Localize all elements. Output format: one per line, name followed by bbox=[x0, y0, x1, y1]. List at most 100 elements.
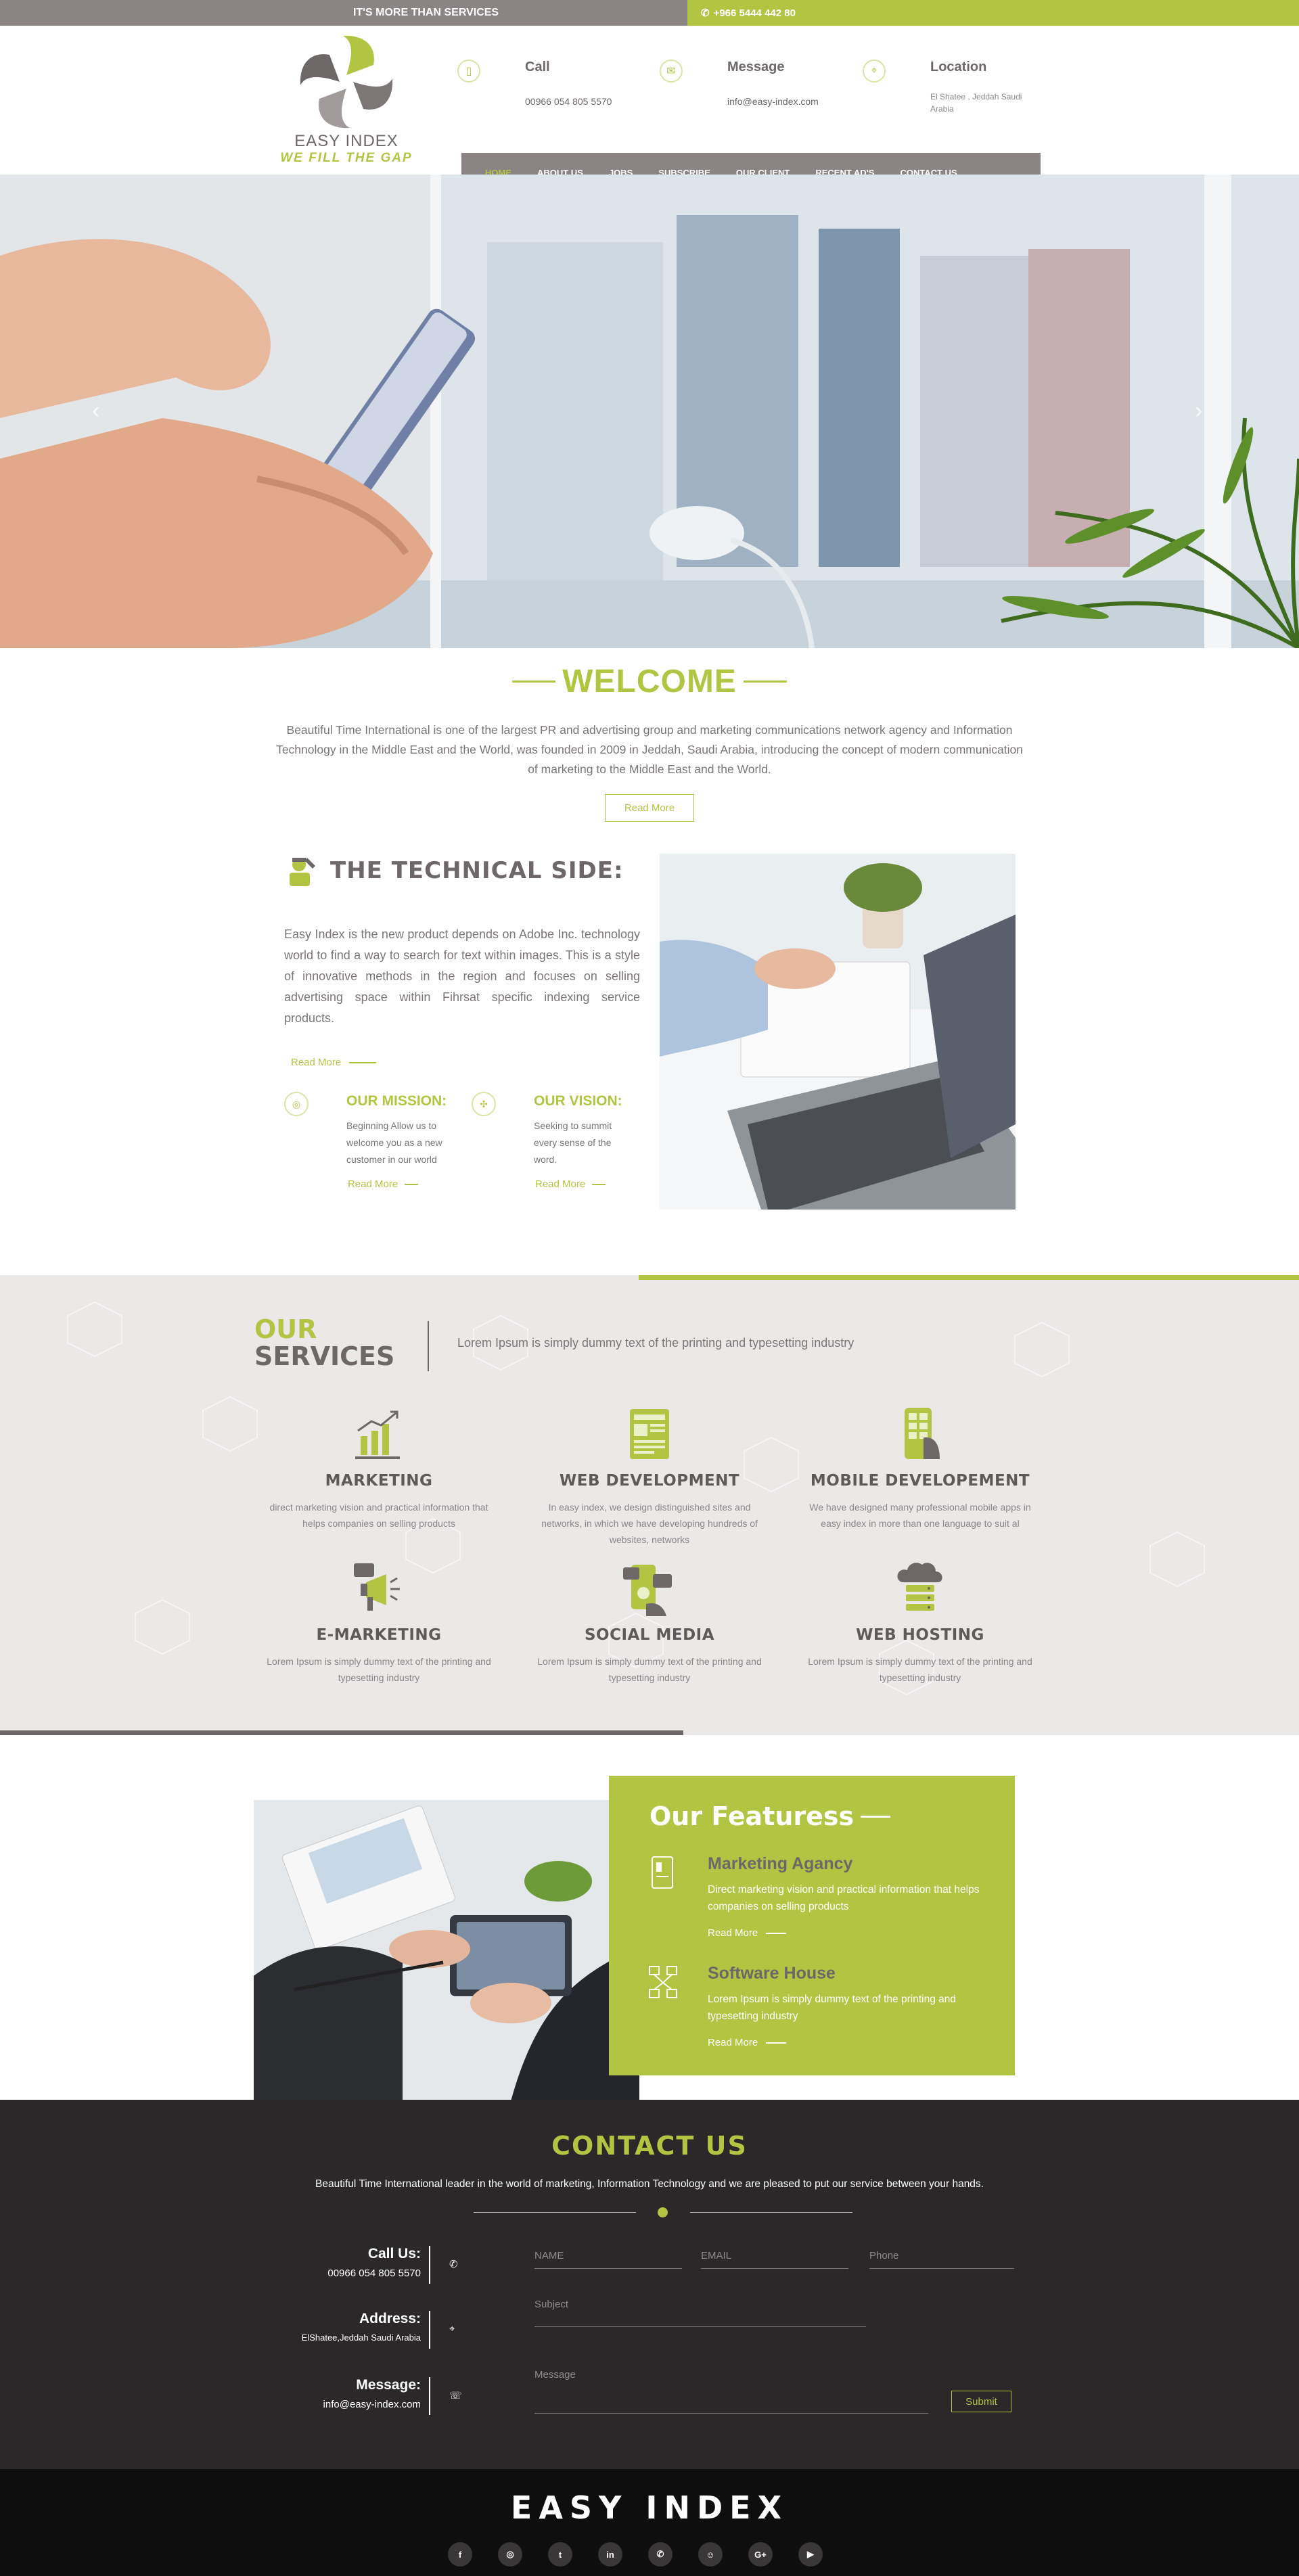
laptop-desk-image bbox=[660, 854, 1016, 1210]
service-text: Lorem Ipsum is simply dummy text of the … bbox=[537, 1656, 762, 1683]
heading-line-right bbox=[743, 681, 787, 683]
top-bar-phone-number: +966 5444 442 80 bbox=[713, 7, 796, 19]
contact-message-value[interactable]: info@easy-index.com bbox=[218, 2399, 421, 2410]
header-call-title: Call bbox=[525, 60, 550, 74]
google-plus-icon[interactable]: G+ bbox=[748, 2542, 773, 2567]
contact-call-label: Call Us: bbox=[367, 2246, 421, 2261]
hero-prev-arrow[interactable]: ‹ bbox=[92, 398, 99, 424]
megaphone-icon bbox=[354, 1563, 400, 1611]
feature-read-more-link[interactable]: Read More bbox=[708, 2037, 787, 2048]
contact-message: Message: info@easy-index.com bbox=[218, 2377, 421, 2410]
message-textarea[interactable]: Message bbox=[534, 2369, 928, 2414]
read-more-line bbox=[405, 1183, 419, 1185]
map-pin-icon: ⌖ bbox=[863, 60, 886, 83]
social-links: f ◎ t in ✆ ☺ G+ ▶ bbox=[448, 2542, 823, 2567]
welcome-read-more-button[interactable]: Read More bbox=[604, 794, 695, 822]
feature-title: Marketing Agancy bbox=[708, 1854, 853, 1873]
business-meeting-image bbox=[254, 1800, 639, 2101]
feature-read-more-link[interactable]: Read More bbox=[708, 1927, 787, 1939]
name-input[interactable]: NAME bbox=[534, 2250, 682, 2269]
service-web-hosting[interactable]: WEB HOSTING Lorem Ipsum is simply dummy … bbox=[798, 1558, 1042, 1686]
top-bar: IT'S MORE THAN SERVICES ✆ +966 5444 442 … bbox=[0, 0, 1299, 26]
services-top-accent-line bbox=[639, 1275, 1299, 1280]
instagram-icon[interactable]: ◎ bbox=[498, 2542, 522, 2567]
phone-input[interactable]: Phone bbox=[869, 2250, 1014, 2269]
header-message-value[interactable]: info@easy-index.com bbox=[727, 95, 842, 109]
binoculars-icon: ✣ bbox=[472, 1092, 496, 1116]
divider-line-right bbox=[690, 2212, 852, 2213]
features-photo bbox=[254, 1800, 639, 2101]
contact-address: Address: ElShatee,Jeddah Saudi Arabia bbox=[218, 2311, 421, 2343]
welcome-heading: WELCOME bbox=[0, 663, 1299, 700]
target-icon: ◎ bbox=[284, 1092, 309, 1116]
top-bar-phone[interactable]: ✆ +966 5444 442 80 bbox=[687, 0, 1299, 26]
twitter-icon[interactable]: t bbox=[548, 2542, 572, 2567]
hero-next-arrow[interactable]: › bbox=[1195, 398, 1202, 424]
welcome-section: WELCOME Beautiful Time International is … bbox=[0, 663, 1299, 822]
contact-info-bar bbox=[429, 2311, 430, 2349]
snapchat-icon[interactable]: ☺ bbox=[698, 2542, 723, 2567]
vision-title: OUR VISION: bbox=[534, 1093, 622, 1109]
logo-mark-icon bbox=[300, 35, 393, 129]
feature-text: Lorem Ipsum is simply dummy text of the … bbox=[708, 1994, 956, 2022]
header-call-value[interactable]: 00966 054 805 5570 bbox=[525, 95, 640, 109]
feature-title: Software House bbox=[708, 1964, 836, 1983]
welcome-title: WELCOME bbox=[562, 664, 737, 699]
features-panel: Our Featuress Marketing Agancy Direct ma… bbox=[609, 1776, 1015, 2075]
contact-address-label: Address: bbox=[359, 2311, 421, 2326]
heading-line bbox=[861, 1815, 891, 1818]
phone-icon: ✆ bbox=[449, 2259, 458, 2270]
technical-photo bbox=[660, 854, 1016, 1210]
service-social-media[interactable]: SOCIAL MEDIA Lorem Ipsum is simply dummy… bbox=[528, 1558, 771, 1686]
site-logo[interactable]: EASY INDEX WE FILL THE GAP bbox=[279, 31, 414, 173]
contact-message-label: Message: bbox=[356, 2377, 421, 2393]
service-text: Lorem Ipsum is simply dummy text of the … bbox=[267, 1656, 491, 1683]
mission-title: OUR MISSION: bbox=[346, 1093, 447, 1109]
technical-title: THE TECHNICAL SIDE: bbox=[330, 857, 624, 884]
service-marketing[interactable]: MARKETING direct marketing vision and pr… bbox=[257, 1404, 501, 1532]
technical-read-more-link[interactable]: Read More bbox=[291, 1057, 377, 1068]
service-mobile-development[interactable]: MOBILE DEVELOPEMENT We have designed man… bbox=[798, 1404, 1042, 1532]
feature-text: Direct marketing vision and practical in… bbox=[708, 1884, 980, 1912]
services-bottom-accent-line bbox=[0, 1730, 683, 1735]
service-text: We have designed many professional mobil… bbox=[809, 1502, 1031, 1529]
service-title: E-MARKETING bbox=[316, 1626, 442, 1644]
linkedin-icon[interactable]: in bbox=[598, 2542, 622, 2567]
services-heading-separator bbox=[428, 1321, 429, 1371]
mission-read-more-link[interactable]: Read More bbox=[348, 1178, 419, 1190]
site-header: EASY INDEX WE FILL THE GAP ▯ Call 00966 … bbox=[0, 26, 1299, 175]
heading-line-left bbox=[512, 681, 556, 683]
service-e-marketing[interactable]: E-MARKETING Lorem Ipsum is simply dummy … bbox=[257, 1558, 501, 1686]
read-more-line bbox=[349, 1061, 377, 1063]
contact-call-value[interactable]: 00966 054 805 5570 bbox=[218, 2268, 421, 2279]
service-text: Lorem Ipsum is simply dummy text of the … bbox=[808, 1656, 1032, 1683]
marketing-chart-icon bbox=[355, 1410, 400, 1459]
read-more-line bbox=[592, 1183, 606, 1185]
vision-read-more-label: Read More bbox=[535, 1178, 586, 1190]
whatsapp-icon[interactable]: ✆ bbox=[648, 2542, 673, 2567]
facebook-icon[interactable]: f bbox=[448, 2542, 472, 2567]
submit-button[interactable]: Submit bbox=[951, 2391, 1011, 2412]
logo-tagline: WE FILL THE GAP bbox=[280, 151, 413, 165]
divider-dot bbox=[658, 2207, 668, 2217]
technical-section: THE TECHNICAL SIDE: Easy Index is the ne… bbox=[284, 854, 1016, 1212]
email-input[interactable]: EMAIL bbox=[701, 2250, 848, 2269]
services-heading: OUR SERVICES Lorem Ipsum is simply dummy… bbox=[254, 1316, 854, 1371]
youtube-icon[interactable]: ▶ bbox=[798, 2542, 823, 2567]
services-heading-services: SERVICES bbox=[254, 1341, 395, 1371]
hero-image bbox=[0, 175, 1299, 648]
contact-divider bbox=[474, 2207, 852, 2217]
contact-title: CONTACT US bbox=[551, 2131, 748, 2161]
location-icon: ⌖ bbox=[449, 2323, 455, 2334]
features-heading: Our Featuress bbox=[650, 1801, 891, 1831]
social-media-icon bbox=[623, 1565, 672, 1616]
service-web-development[interactable]: WEB DEVELOPMENT In easy index, we design… bbox=[528, 1404, 771, 1548]
vision-text: Seeking to summit every sense of the wor… bbox=[534, 1120, 612, 1165]
header-message-title: Message bbox=[727, 60, 785, 74]
feature-read-more-label: Read More bbox=[708, 1927, 758, 1939]
vision-read-more-link[interactable]: Read More bbox=[535, 1178, 606, 1190]
top-bar-tagline: IT'S MORE THAN SERVICES bbox=[0, 0, 687, 26]
contact-section: CONTACT US Beautiful Time International … bbox=[0, 2100, 1299, 2469]
subject-input[interactable]: Subject bbox=[534, 2299, 866, 2327]
mobile-development-icon bbox=[905, 1408, 940, 1459]
